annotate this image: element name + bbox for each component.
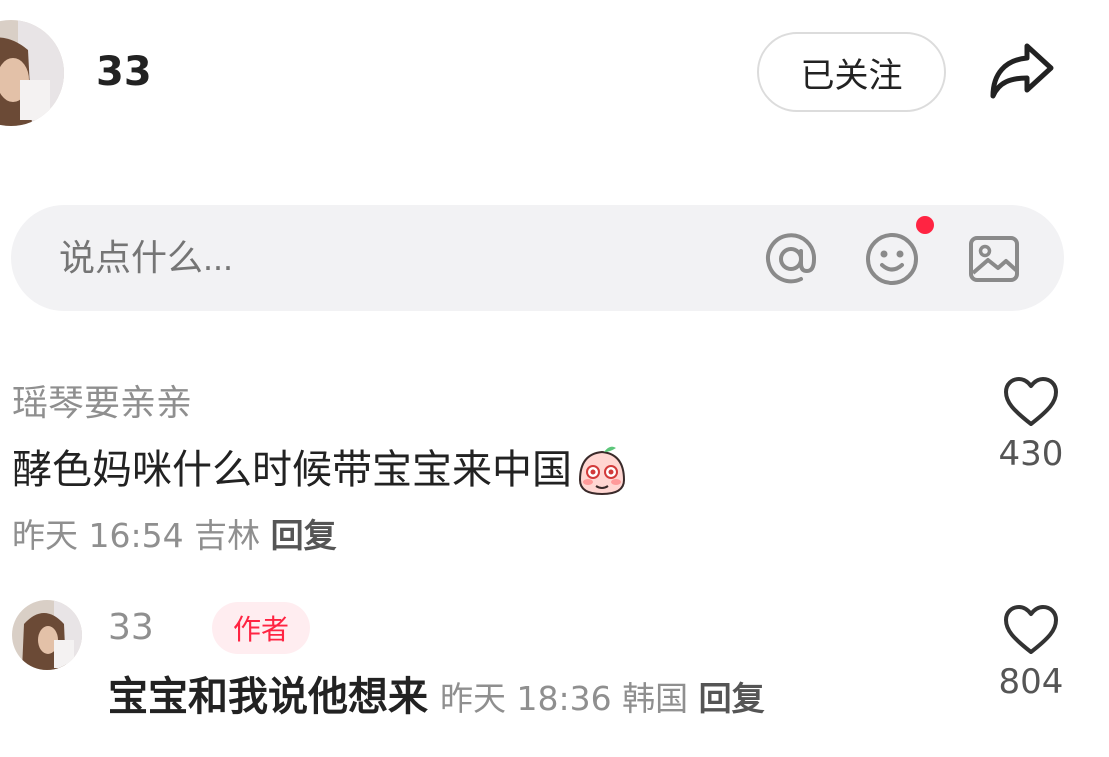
like-button[interactable]: 804 xyxy=(976,604,1086,702)
comment-text-row: 酵色妈咪什么时候带宝宝来中国 xyxy=(12,442,630,498)
heart-icon xyxy=(1004,605,1058,654)
heart-icon xyxy=(1004,377,1058,426)
share-button[interactable] xyxy=(984,36,1058,106)
comment-location: 韩国 xyxy=(622,679,689,718)
like-button[interactable]: 430 xyxy=(976,376,1086,474)
like-count: 804 xyxy=(998,662,1064,702)
image-icon[interactable] xyxy=(966,231,1022,287)
shy-peach-sticker-icon xyxy=(574,442,630,498)
comment-meta: 昨天 18:36 韩国 回复 xyxy=(440,672,765,720)
author-name[interactable]: 33 xyxy=(96,48,152,96)
comment-text: 宝宝和我说他想来 xyxy=(108,674,428,720)
comment-input[interactable] xyxy=(59,205,524,311)
avatar[interactable] xyxy=(12,600,82,670)
share-arrow-icon xyxy=(990,43,1054,99)
emoji-icon[interactable] xyxy=(864,231,920,287)
at-icon[interactable] xyxy=(763,231,819,287)
comment-input-bar[interactable] xyxy=(11,205,1064,311)
reply-comment-item: 33 作者 宝宝和我说他想来 昨天 18:36 韩国 回复 xyxy=(0,598,1109,738)
reply-button[interactable]: 回复 xyxy=(699,679,765,718)
reply-button[interactable]: 回复 xyxy=(271,516,337,555)
emoji-notification-dot xyxy=(916,216,934,234)
follow-button[interactable]: 已关注 xyxy=(757,32,946,112)
comment-text: 酵色妈咪什么时候带宝宝来中国 xyxy=(12,447,572,493)
comment-username[interactable]: 瑶琴要亲亲 xyxy=(12,382,192,426)
post-header: 33 已关注 xyxy=(0,0,1109,150)
like-count: 430 xyxy=(998,434,1064,474)
comment-item: 瑶琴要亲亲 酵色妈咪什么时候带宝宝来中国 昨天 16:54 吉林 回复 xyxy=(0,370,1109,570)
comment-location: 吉林 xyxy=(194,516,261,555)
comment-time: 昨天 18:36 xyxy=(440,679,612,718)
author-badge: 作者 xyxy=(212,602,310,654)
comment-text-row: 宝宝和我说他想来 昨天 18:36 韩国 回复 xyxy=(108,672,765,722)
comment-time: 昨天 16:54 xyxy=(12,516,184,555)
comment-meta: 昨天 16:54 吉林 回复 xyxy=(12,514,337,558)
comment-username[interactable]: 33 xyxy=(108,606,154,650)
author-avatar[interactable] xyxy=(0,20,64,126)
